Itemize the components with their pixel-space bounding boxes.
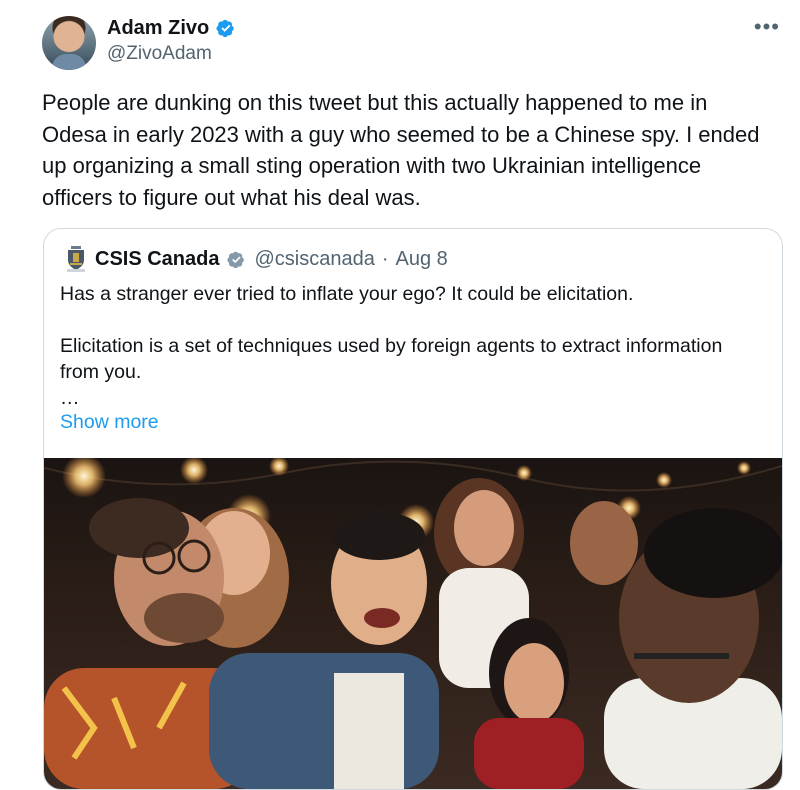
party-photo-illustration [44,458,782,789]
gray-verified-badge-icon [227,251,245,268]
csis-logo-icon [67,246,85,272]
tweet: Adam Zivo @ZivoAdam ••• People are dunki… [0,0,800,790]
quoted-text: Has a stranger ever tried to inflate you… [60,283,723,409]
quoted-media-photo[interactable] [44,458,782,789]
quoted-header: CSIS Canada @csiscanada · Aug 8 [64,245,448,273]
author-name[interactable]: Adam Zivo [107,16,209,40]
quoted-date[interactable]: Aug 8 [396,248,448,271]
dot-separator: · [381,247,389,270]
verified-badge-icon [216,19,234,38]
quoted-author-name[interactable]: CSIS Canada [95,248,219,271]
author-handle[interactable]: @ZivoAdam [107,43,212,65]
quoted-tweet[interactable]: CSIS Canada @csiscanada · Aug 8 Has a st… [43,228,783,790]
show-more-link[interactable]: Show more [60,411,159,434]
tweet-text: People are dunking on this tweet but thi… [42,90,760,210]
quoted-author-handle[interactable]: @csiscanada [254,248,374,271]
author-name-row: Adam Zivo [107,16,237,40]
more-horizontal-icon[interactable]: ••• [754,14,780,40]
author-avatar[interactable] [42,16,96,70]
